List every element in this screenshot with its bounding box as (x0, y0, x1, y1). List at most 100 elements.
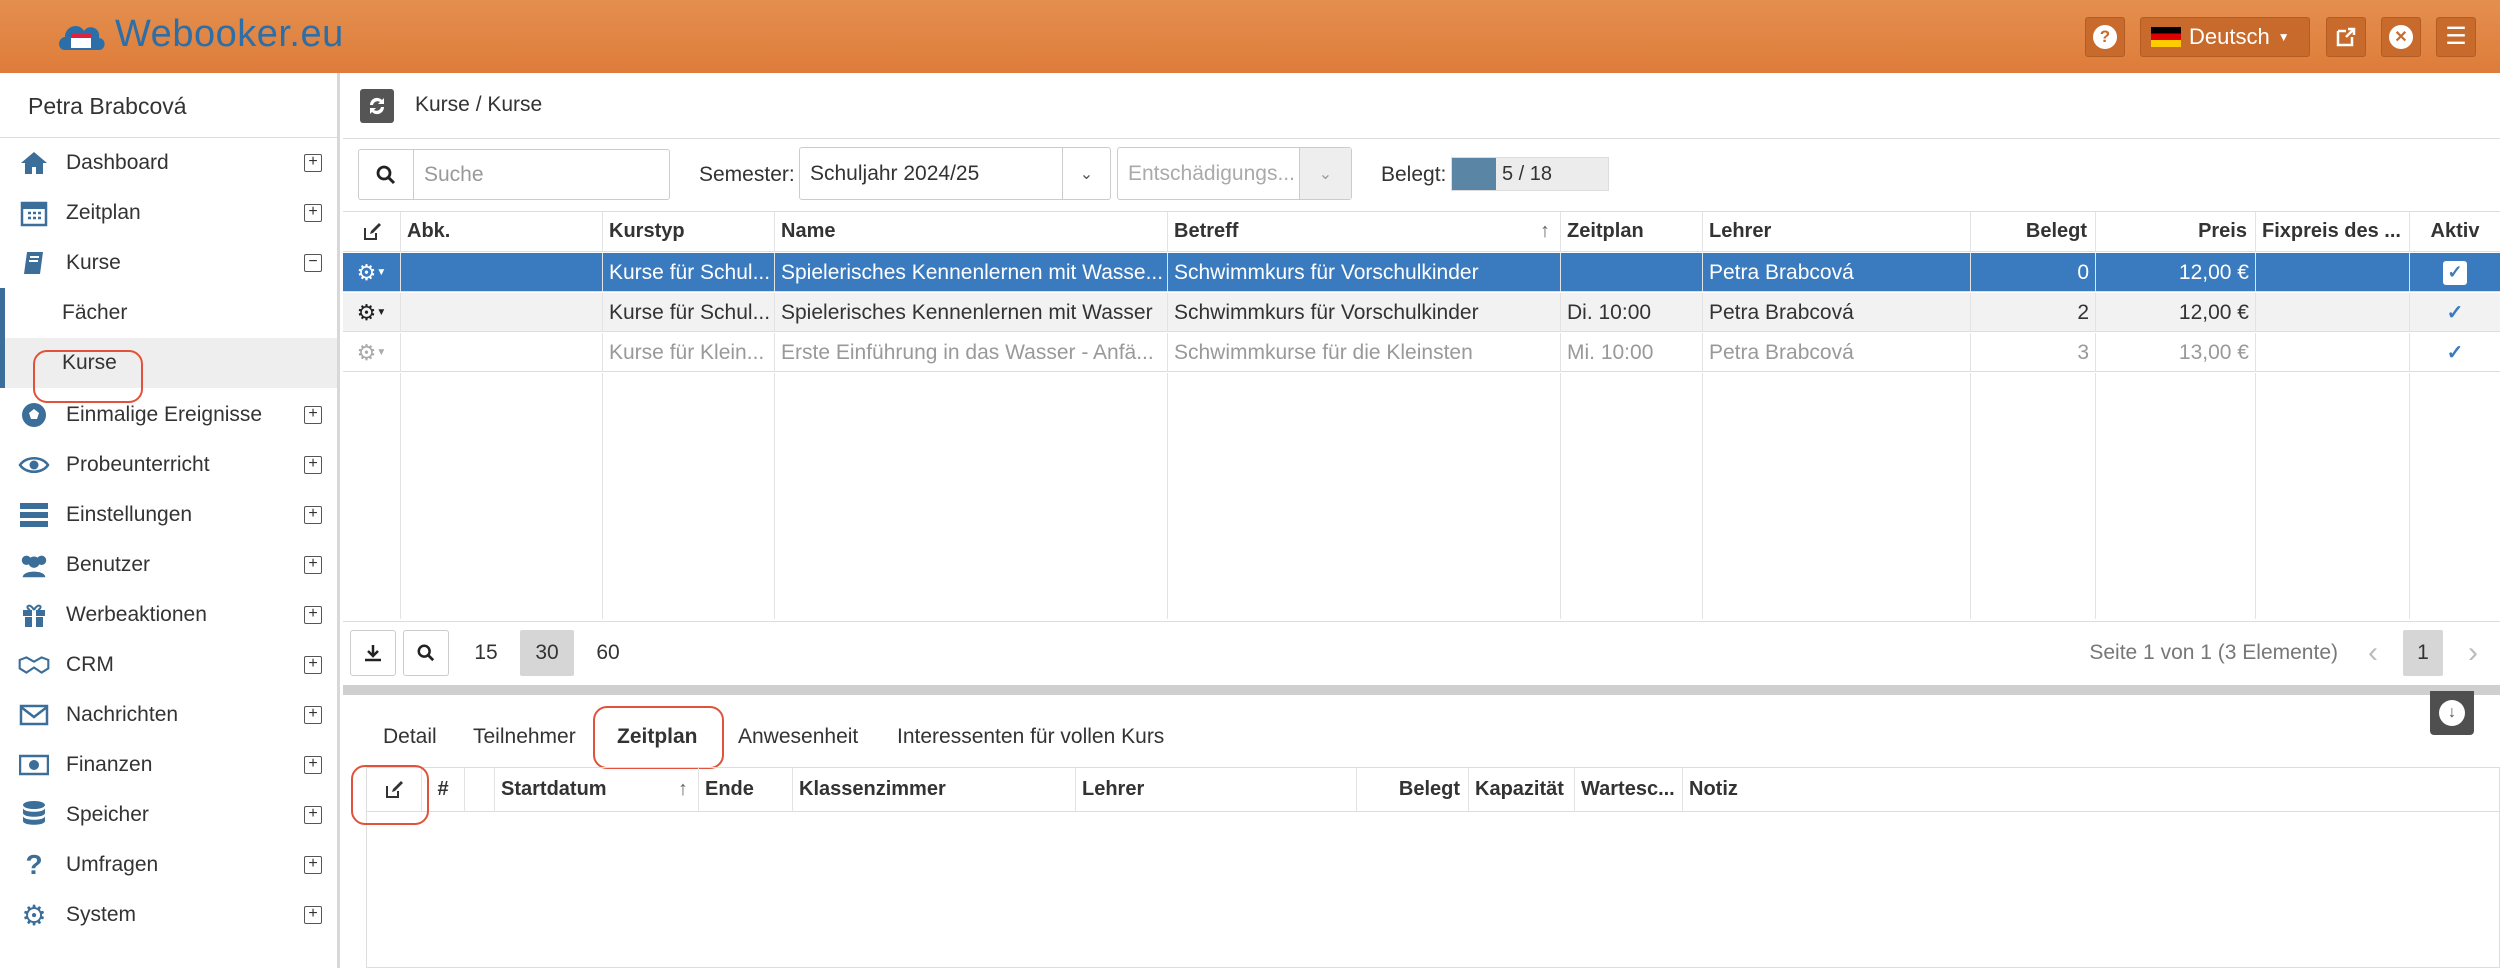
column-header-betreff[interactable]: Betreff ↑ (1168, 212, 1561, 252)
sidebar-item-kurse[interactable]: Kurse − (0, 238, 337, 288)
table-row[interactable]: ⚙ ▼ Kurse für Schul... Spielerisches Kenn… (343, 253, 2500, 292)
sidebar-item-benutzer[interactable]: Benutzer + (0, 540, 337, 590)
caret-down-icon: ▼ (376, 267, 387, 278)
refresh-button[interactable] (360, 89, 394, 123)
checkbox-checked-icon[interactable]: ✓ (2443, 260, 2467, 285)
occupied-label: Belegt: (1381, 163, 1447, 186)
cell-fixpreis (2256, 253, 2410, 292)
sidebar-item-probeunterricht[interactable]: Probeunterricht + (0, 440, 337, 490)
sidebar-item-umfragen[interactable]: ? Umfragen + (0, 840, 337, 890)
cell-betreff: Schwimmkurs für Vorschulkinder (1168, 293, 1561, 332)
row-actions-button[interactable]: ⚙ ▼ (343, 333, 401, 372)
grid-empty-area (343, 373, 2500, 619)
page-size-15[interactable]: 15 (463, 630, 509, 676)
sidebar-item-label: Speicher (66, 803, 149, 826)
column-header-notiz[interactable]: Notiz (1683, 768, 2500, 812)
column-header-lehrer[interactable]: Lehrer (1076, 768, 1357, 812)
cell-preis: 12,00 € (2096, 253, 2256, 292)
cell-abk (401, 253, 603, 292)
tab-interessenten[interactable]: Interessenten für vollen Kurs (897, 713, 1164, 761)
column-header-klassenzimmer[interactable]: Klassenzimmer (793, 768, 1076, 812)
gear-icon: ⚙ (356, 259, 377, 285)
help-button[interactable]: ? (2085, 17, 2125, 57)
expand-icon[interactable]: + (304, 406, 322, 424)
column-header-preis[interactable]: Preis (2096, 212, 2256, 252)
sidebar-subitem-faecher[interactable]: Fächer (5, 288, 337, 338)
column-header-kapazitaet[interactable]: Kapazität (1469, 768, 1575, 812)
occupied-value: 5 / 18 (1502, 163, 1553, 185)
external-link-button[interactable] (2326, 17, 2366, 57)
tab-anwesenheit[interactable]: Anwesenheit (738, 713, 858, 761)
sidebar-item-system[interactable]: ⚙ System + (0, 890, 337, 940)
expand-icon[interactable]: + (304, 756, 322, 774)
search-button[interactable] (358, 149, 413, 200)
logo[interactable]: Webooker.eu (55, 12, 344, 56)
page-size-30[interactable]: 30 (520, 630, 574, 676)
column-header-kurstyp[interactable]: Kurstyp (603, 212, 775, 252)
expand-icon[interactable]: + (304, 856, 322, 874)
expand-icon[interactable]: + (304, 656, 322, 674)
row-actions-button[interactable]: ⚙ ▼ (343, 293, 401, 332)
expand-icon[interactable]: + (304, 706, 322, 724)
close-session-button[interactable]: ✕ (2381, 17, 2421, 57)
sidebar-item-speicher[interactable]: Speicher + (0, 790, 337, 840)
table-row[interactable]: ⚙ ▼ Kurse für Schul... Spielerisches Kenn… (343, 293, 2500, 332)
page-size-60[interactable]: 60 (583, 630, 633, 676)
sidebar-item-zeitplan[interactable]: Zeitplan + (0, 188, 337, 238)
sidebar-item-werbeaktionen[interactable]: Werbeaktionen + (0, 590, 337, 640)
sidebar-item-einstellungen[interactable]: Einstellungen + (0, 490, 337, 540)
column-header-ende[interactable]: Ende (699, 768, 793, 812)
collapse-panel-button[interactable]: ↓ (2430, 691, 2474, 735)
sidebar-item-dashboard[interactable]: Dashboard + (0, 138, 337, 188)
column-header-aktiv[interactable]: Aktiv (2410, 212, 2500, 252)
column-header-belegt[interactable]: Belegt (1971, 212, 2096, 252)
current-page-button[interactable]: 1 (2403, 630, 2443, 676)
download-icon (365, 645, 381, 662)
tab-teilnehmer[interactable]: Teilnehmer (473, 713, 576, 761)
column-header-belegt[interactable]: Belegt (1357, 768, 1469, 812)
semester-select[interactable]: Schuljahr 2024/25 ⌄ (799, 147, 1111, 200)
prev-page-button[interactable]: ‹ (2353, 630, 2393, 676)
expand-icon[interactable]: + (304, 204, 322, 222)
sidebar-item-nachrichten[interactable]: Nachrichten + (0, 690, 337, 740)
sidebar-item-label: System (66, 903, 137, 926)
sidebar-item-einmalige-ereignisse[interactable]: Einmalige Ereignisse + (0, 390, 337, 440)
expand-icon[interactable]: + (304, 456, 322, 474)
expand-icon[interactable]: + (304, 806, 322, 824)
expand-icon[interactable]: + (304, 606, 322, 624)
sidebar-item-label: Kurse (66, 251, 121, 274)
expand-icon[interactable]: + (304, 906, 322, 924)
column-header-zeitplan[interactable]: Zeitplan (1561, 212, 1703, 252)
column-header-startdatum[interactable]: Startdatum ↑ (495, 768, 699, 812)
column-header-fixpreis[interactable]: Fixpreis des ... (2256, 212, 2410, 252)
cell-zeitplan (1561, 253, 1703, 292)
column-header-label: Betreff (1174, 220, 1239, 242)
table-row[interactable]: ⚙ ▼ Kurse für Klein... Erste Einführung i… (343, 333, 2500, 372)
hamburger-icon: ☰ (2445, 23, 2467, 50)
tab-detail[interactable]: Detail (383, 713, 437, 761)
checkmark-icon[interactable]: ✓ (2447, 300, 2464, 325)
compensation-select[interactable]: Entschädigungs... ⌄ (1117, 147, 1352, 200)
column-header-warteschlange[interactable]: Wartesc... (1575, 768, 1683, 812)
language-select[interactable]: Deutsch ▼ (2140, 17, 2310, 57)
search-input[interactable]: Suche (413, 149, 670, 200)
expand-icon[interactable]: + (304, 556, 322, 574)
edit-column-header[interactable] (343, 212, 401, 252)
next-page-button[interactable]: › (2453, 630, 2493, 676)
collapse-icon[interactable]: − (304, 254, 322, 272)
expand-icon[interactable]: + (304, 506, 322, 524)
column-header-abk[interactable]: Abk. (401, 212, 603, 252)
export-button[interactable] (350, 630, 396, 676)
handshake-icon (18, 650, 50, 680)
sidebar-item-finanzen[interactable]: Finanzen + (0, 740, 337, 790)
column-header-lehrer[interactable]: Lehrer (1703, 212, 1971, 252)
money-icon (18, 750, 50, 780)
column-header-name[interactable]: Name (775, 212, 1168, 252)
panel-splitter[interactable] (343, 685, 2500, 695)
pager-search-button[interactable] (403, 630, 449, 676)
checkmark-icon[interactable]: ✓ (2447, 340, 2464, 365)
sidebar-item-crm[interactable]: CRM + (0, 640, 337, 690)
menu-button[interactable]: ☰ (2436, 17, 2476, 57)
row-actions-button[interactable]: ⚙ ▼ (343, 253, 401, 292)
expand-icon[interactable]: + (304, 154, 322, 172)
